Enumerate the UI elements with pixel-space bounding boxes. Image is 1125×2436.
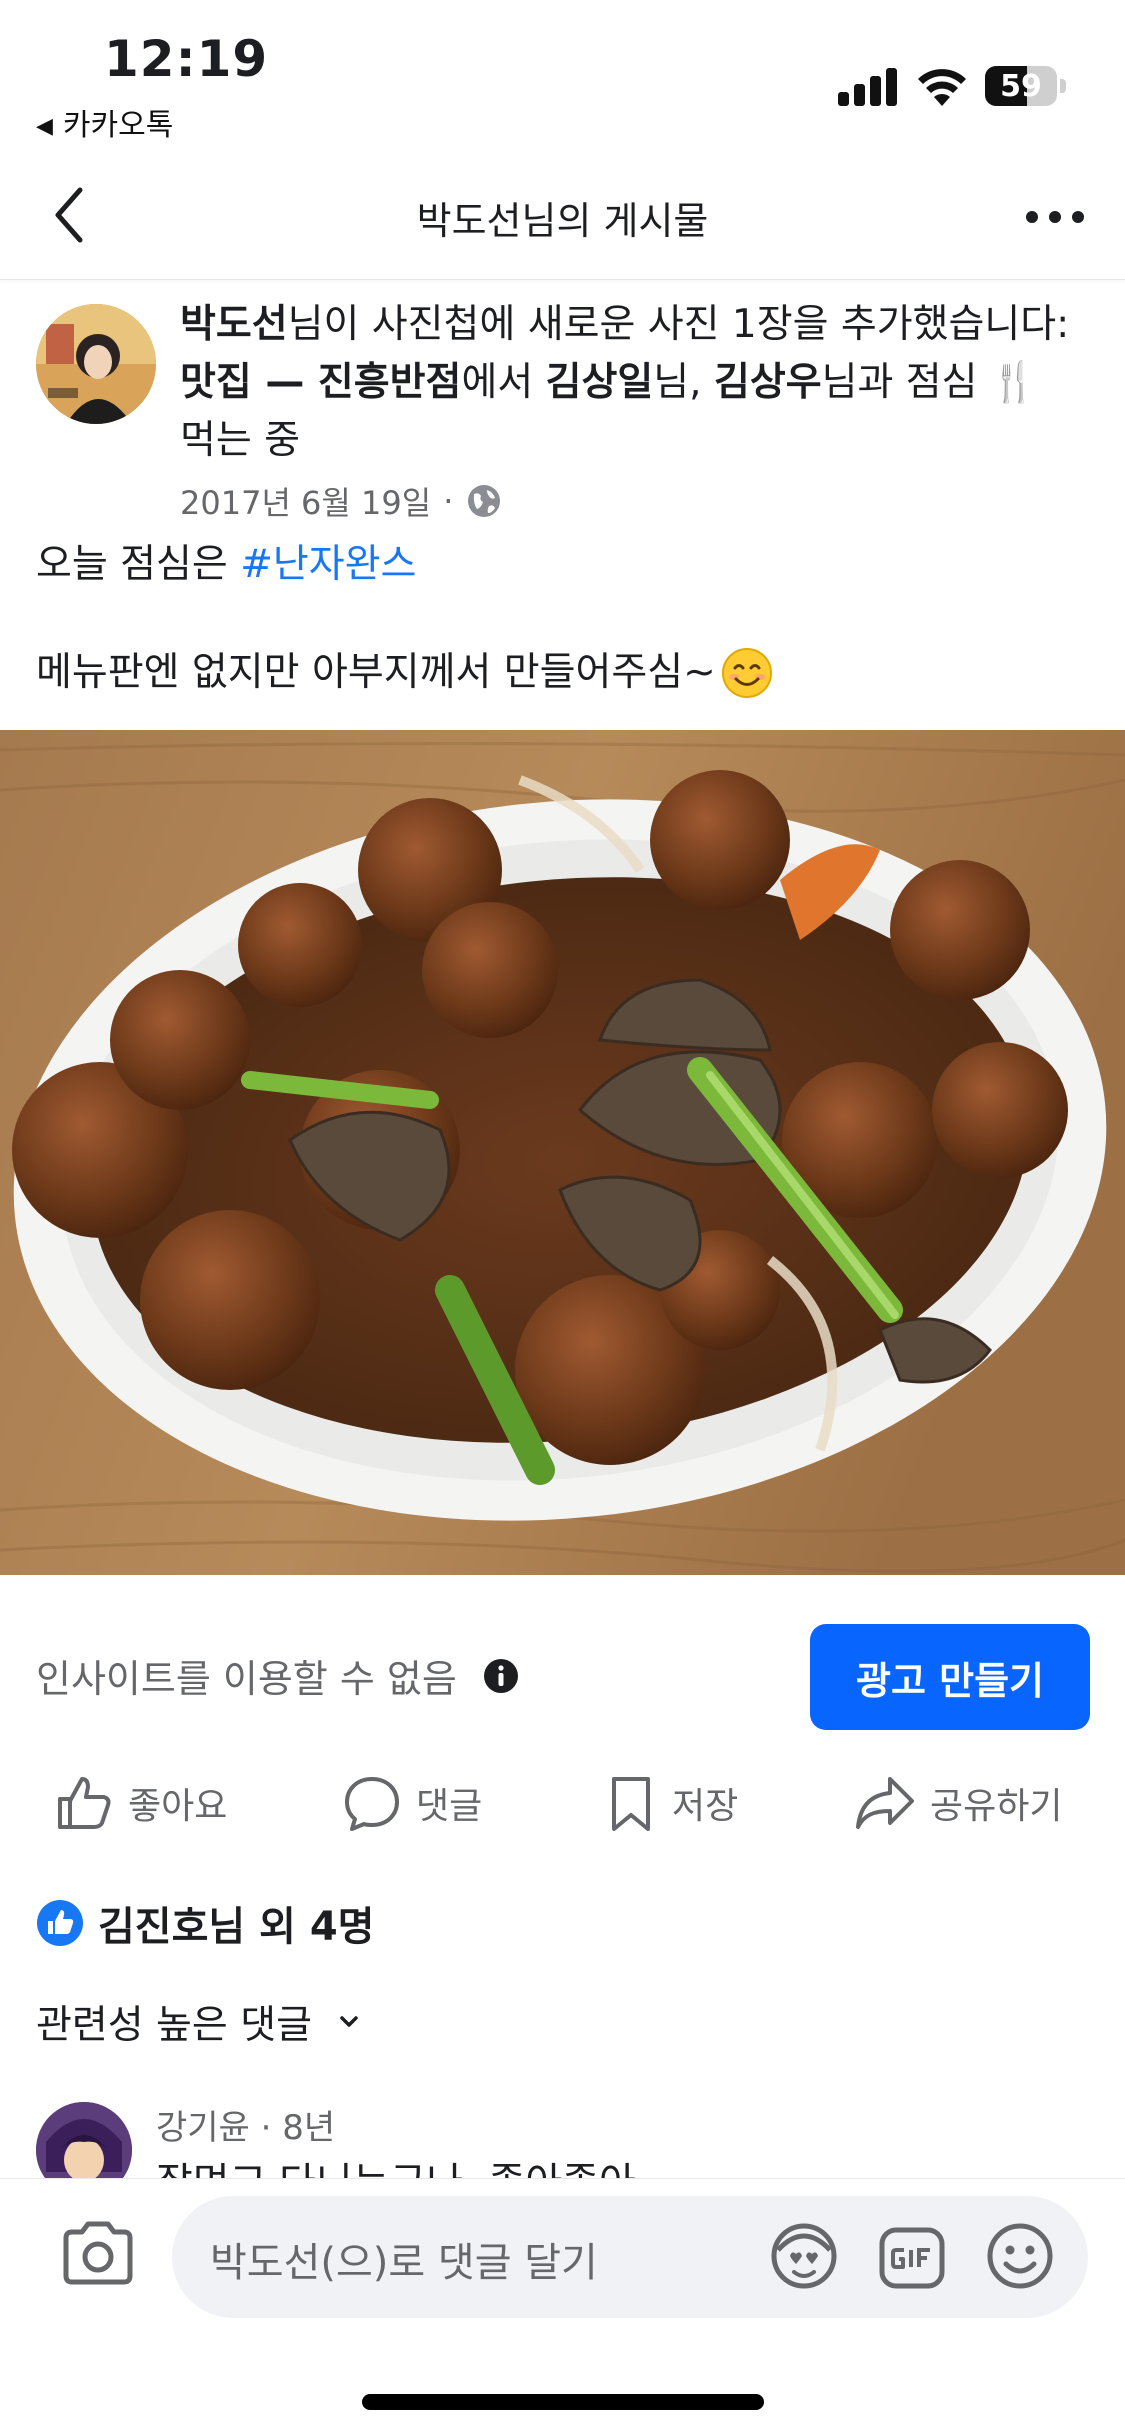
insights-row: 인사이트를 이용할 수 없음 [36,1648,519,1703]
wifi-icon [918,69,966,106]
meta-separator: · [443,482,454,520]
hashtag-link[interactable]: #난자완스 [240,542,416,587]
save-label: 저장 [672,1786,739,1827]
comment-label: 댓글 [416,1786,483,1827]
post-line-1: 오늘 점심은 #난자완스 [36,536,1086,594]
camera-icon[interactable] [60,2220,136,2286]
reaction-summary[interactable]: 김진호님 외 4명 [36,1894,374,1952]
share-button[interactable]: 공유하기 [854,1760,1062,1846]
post-text: 오늘 점심은 [36,542,241,587]
smiling-face-icon [721,648,772,698]
create-ad-button[interactable]: 광고 만들기 [810,1624,1090,1730]
post-text: 메뉴판엔 없지만 아부지께서 만들어주심~ [36,650,716,695]
comment-button[interactable]: 댓글 [342,1760,482,1846]
more-options-icon[interactable] [1020,202,1090,232]
post-meta: 2017년 6월 19일 · [180,478,503,524]
author-avatar[interactable] [36,304,156,424]
like-label: 좋아요 [128,1786,228,1827]
comment-age: 8년 [282,2108,336,2148]
author-name[interactable]: 박도선 [180,302,288,347]
status-bar: 12:19 ◀ 카카오톡 59 [0,0,1125,150]
avatar-sticker-icon[interactable] [768,2220,840,2292]
insights-label: 인사이트를 이용할 수 없음 [36,1657,457,1701]
header-text: 님이 사진첩에 새로운 사진 1장을 추가했습니다: [287,302,1070,347]
header-text: 에서 [461,360,546,405]
action-bar: 좋아요 댓글 저장 공유하기 [0,1760,1125,1846]
home-indicator [362,2394,764,2410]
album-link[interactable]: 맛집 — 진흥반점 [180,360,461,405]
tagged-user[interactable]: 김상우 [714,360,822,405]
page-title: 박도선님의 게시물 [416,199,709,243]
comment-bubble-icon [345,1777,399,1831]
back-app-label: 카카오톡 [62,108,174,143]
post-line-2: 메뉴판엔 없지만 아부지께서 만들어주심~ [36,644,1086,702]
emoji-icon[interactable] [984,2220,1056,2292]
like-reaction-icon [37,1900,83,1946]
reaction-summary-text: 김진호님 외 4명 [98,1904,375,1950]
post-body: 오늘 점심은 #난자완스 메뉴판엔 없지만 아부지께서 만들어주심~ [36,536,1086,702]
battery-level: 59 [1000,69,1042,104]
comment-input-placeholder: 박도선(으)로 댓글 달기 [210,2240,598,2286]
cellular-signal-icon [838,66,900,106]
thumbs-up-icon [58,1777,111,1829]
like-button[interactable]: 좋아요 [54,1760,227,1846]
status-time: 12:19 [104,30,269,88]
chevron-down-icon [340,2016,358,2027]
info-icon[interactable] [483,1658,519,1694]
commenter-name[interactable]: 강기윤 [156,2108,250,2148]
meta-separator: · [260,2108,272,2148]
globe-icon [468,485,501,517]
comment-meta: 강기윤 · 8년 [156,2100,335,2149]
nav-bar: 박도선님의 게시물 [0,150,1125,280]
sort-label: 관련성 높은 댓글 [36,2003,312,2048]
post-date[interactable]: 2017년 6월 19일 [180,478,431,524]
post-photo[interactable] [0,730,1125,1575]
bookmark-icon [612,1777,650,1831]
gif-icon[interactable] [876,2222,948,2294]
share-arrow-icon [856,1777,914,1829]
share-label: 공유하기 [930,1786,1063,1827]
back-triangle-icon: ◀ [36,114,53,139]
post-header-text: 박도선님이 사진첩에 새로운 사진 1장을 추가했습니다: 맛집 — 진흥반점에… [180,296,1085,470]
save-button[interactable]: 저장 [604,1760,738,1846]
comment-sort-dropdown[interactable]: 관련성 높은 댓글 [36,1994,362,2050]
back-to-app[interactable]: ◀ 카카오톡 [36,100,173,144]
header-text: 님, [653,360,714,405]
tagged-user[interactable]: 김상일 [546,360,654,405]
battery-icon: 59 [985,66,1066,106]
